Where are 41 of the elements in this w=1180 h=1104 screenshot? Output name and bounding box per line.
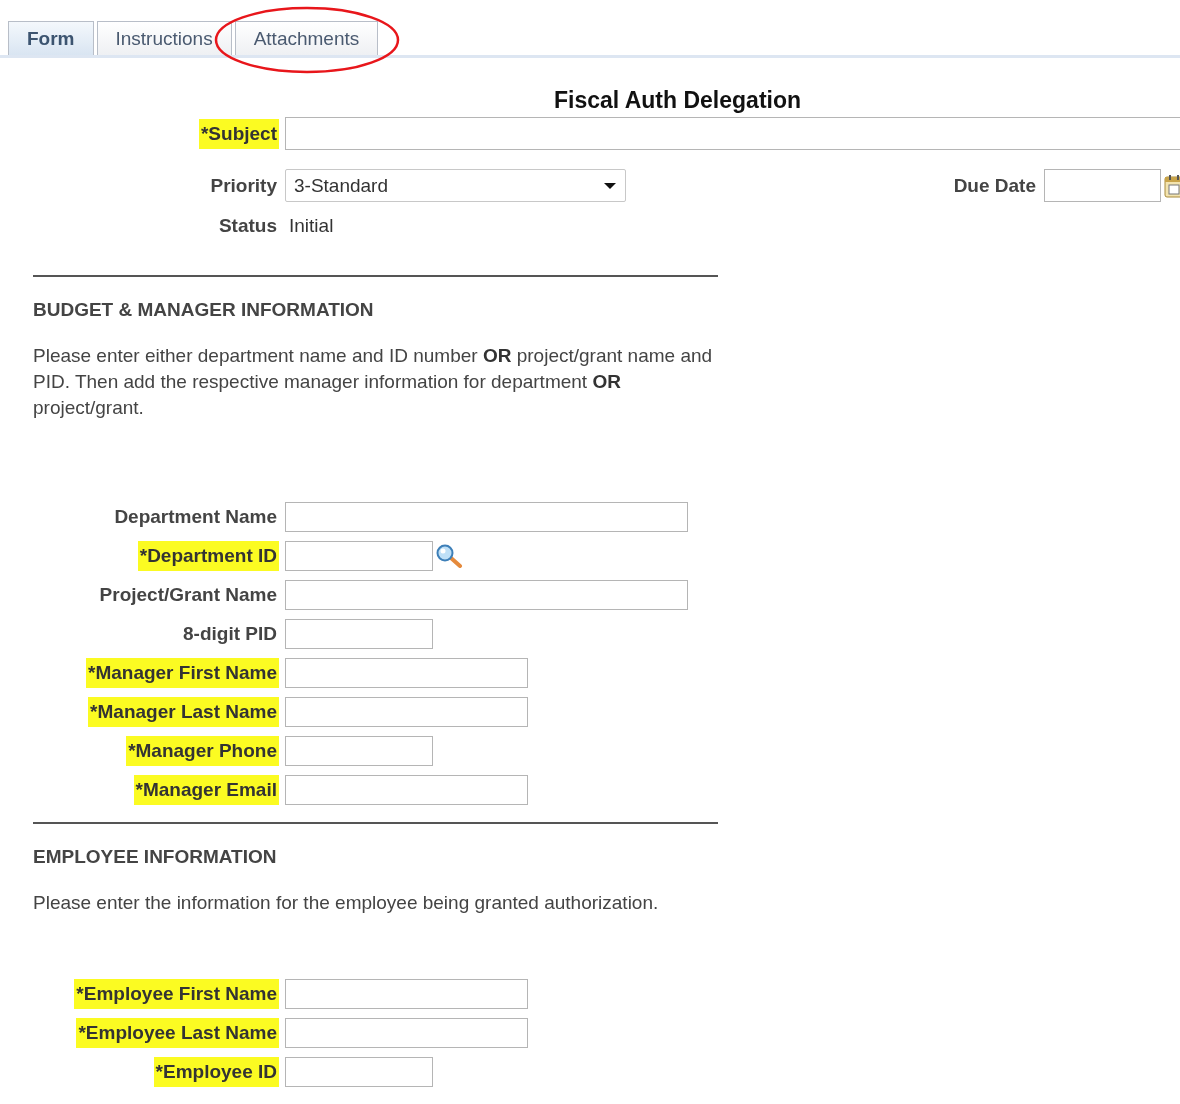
section-heading: BUDGET & MANAGER INFORMATION: [33, 299, 375, 321]
field-label: *Manager Last Name: [88, 697, 279, 727]
field-label: Status: [217, 214, 278, 238]
subject-field[interactable]: [285, 117, 1180, 150]
field-label: *Employee First Name: [74, 979, 279, 1009]
field-label: Department Name: [113, 505, 278, 529]
tab[interactable]: Form: [8, 21, 94, 55]
tab[interactable]: Instructions: [96, 21, 232, 55]
field-label: *Manager Phone: [126, 736, 279, 766]
field-label: *Subject: [198, 118, 279, 149]
input-field[interactable]: [285, 775, 528, 805]
field-label: Priority: [209, 173, 278, 198]
input-field[interactable]: [285, 697, 528, 727]
section-heading: EMPLOYEE INFORMATION: [33, 846, 278, 868]
field-label: *Employee ID: [153, 1057, 279, 1087]
input-field[interactable]: [285, 736, 433, 766]
field-label: *Employee Last Name: [76, 1018, 279, 1048]
field-label: *Department ID: [137, 541, 279, 571]
field-label: Project/Grant Name: [98, 583, 278, 607]
field-label: Due Date: [952, 173, 1037, 198]
input-field[interactable]: [285, 1057, 433, 1087]
field-label: 8-digit PID: [182, 622, 278, 646]
input-field[interactable]: [285, 658, 528, 688]
status-value: Initial: [289, 215, 334, 237]
input-field[interactable]: [285, 502, 688, 532]
field-label: *Manager Email: [133, 775, 279, 805]
section-description: Please enter either department name and ID number OR project/grant name and PID. Then add the respective manager information for department OR project/grant.: [33, 344, 713, 420]
input-field[interactable]: [285, 979, 528, 1009]
input-field[interactable]: [285, 619, 433, 649]
dropdown-caret-icon[interactable]: [603, 181, 617, 190]
priority-dropdown[interactable]: 3-Standard: [285, 169, 626, 202]
section-description: Please enter the information for the employee being granted authorization.: [33, 891, 660, 915]
tab[interactable]: Attachments: [234, 21, 379, 55]
calendar-icon[interactable]: [1164, 173, 1180, 198]
input-field[interactable]: [285, 1018, 528, 1048]
input-field[interactable]: [285, 541, 433, 571]
search-icon[interactable]: [435, 544, 463, 568]
form-title: Fiscal Auth Delegation: [552, 87, 803, 115]
field-label: *Manager First Name: [86, 658, 279, 688]
input-field[interactable]: [285, 580, 688, 610]
due-date-field[interactable]: [1044, 169, 1161, 202]
